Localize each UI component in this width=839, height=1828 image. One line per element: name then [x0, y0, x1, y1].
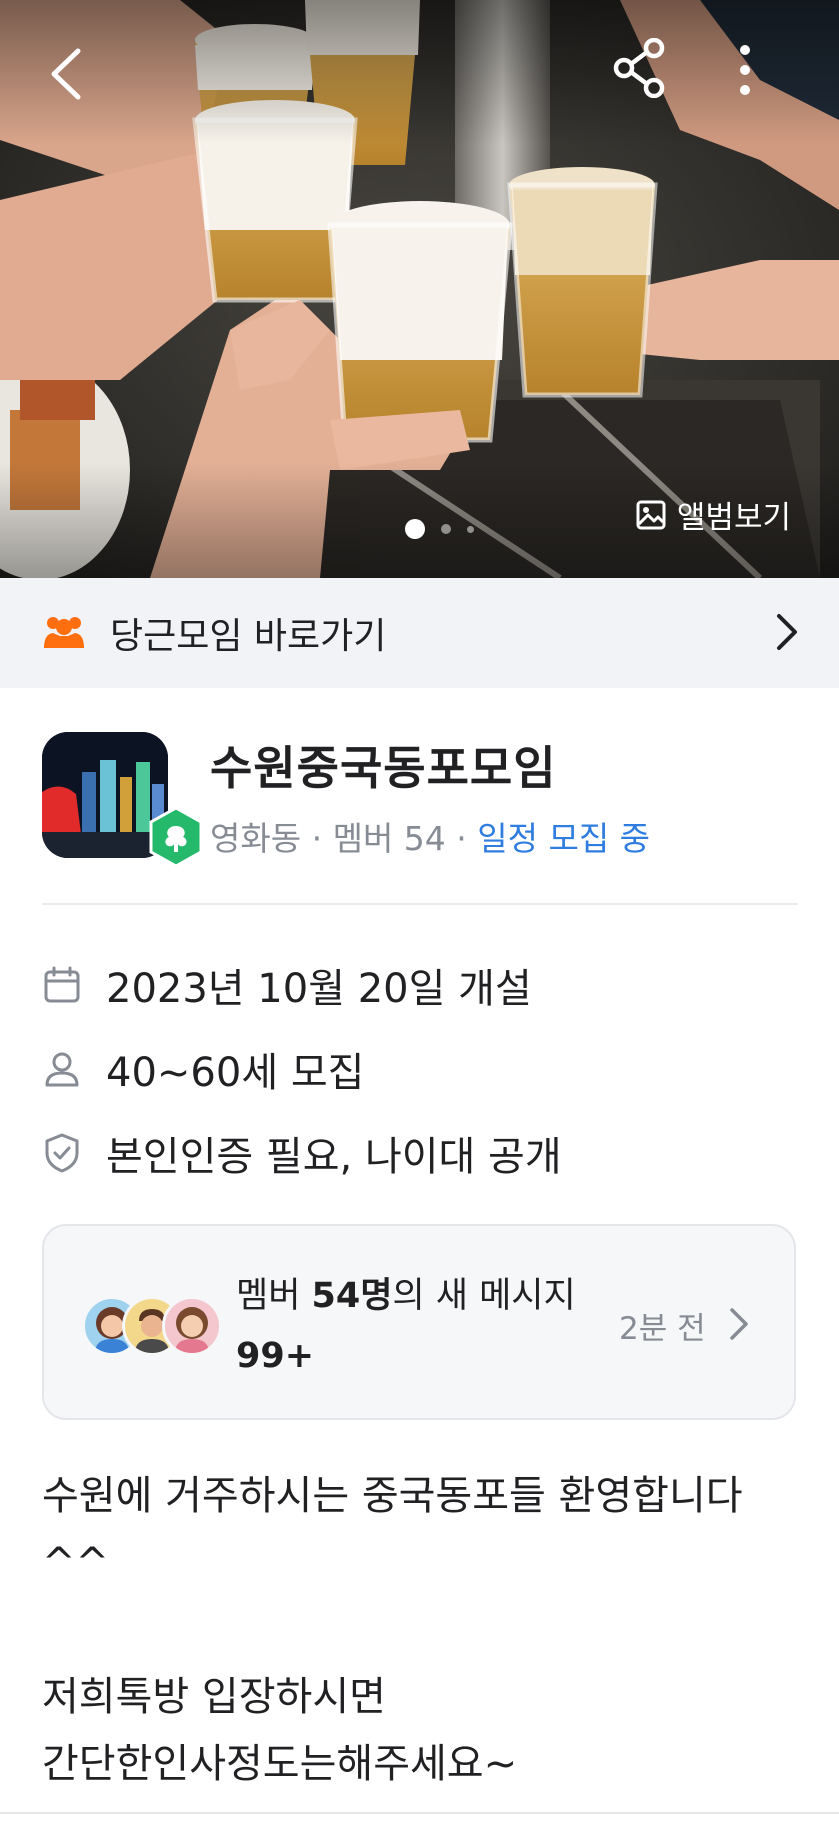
chat-preview-message: 멤버 54명의 새 메시지 99+ [236, 1266, 616, 1386]
carousel-dot-active [405, 519, 425, 539]
bottom-divider [0, 1812, 839, 1814]
more-vertical-icon [740, 45, 750, 95]
chat-message-count: 99+ [236, 1336, 315, 1376]
more-button[interactable] [725, 40, 765, 100]
chat-preview-card[interactable]: 멤버 54명의 새 메시지 99+ 2분 전 [42, 1224, 796, 1420]
avatar [162, 1296, 222, 1356]
shield-check-icon [45, 1133, 79, 1173]
member-avatars [82, 1296, 222, 1356]
verified-group-badge-icon [149, 806, 203, 868]
carousel-indicator [405, 519, 474, 539]
calendar-icon [44, 966, 80, 1003]
info-row-age: 40~60세 모집 [42, 1040, 364, 1098]
description-line: 저희톡방 입장하시면 [42, 1674, 386, 1720]
meetup-shortcut-bar[interactable]: 당근모임 바로가기 [0, 578, 839, 688]
album-view-button[interactable]: 앨범보기 [635, 492, 791, 537]
person-icon [45, 1052, 79, 1087]
group-location: 영화동 [210, 819, 302, 858]
image-icon [636, 500, 666, 529]
chat-timestamp: 2분 전 [619, 1311, 706, 1347]
chat-prefix: 멤버 [236, 1276, 312, 1316]
divider [42, 903, 798, 905]
description-line [42, 1597, 802, 1664]
group-name: 수원중국동포모임 [210, 741, 557, 795]
meta-separator: · [456, 819, 478, 858]
created-date: 2023년 10월 20일 개설 [106, 966, 532, 1012]
info-row-verification: 본인인증 필요, 나이대 공개 [42, 1124, 562, 1182]
hero-photo[interactable]: 앨범보기 [0, 0, 839, 578]
share-button[interactable] [610, 36, 670, 100]
share-icon [613, 38, 665, 98]
description-line: 간단한인사정도는해주세요~ [42, 1741, 518, 1787]
description-line: 수원에 거주하시는 중국동포들 환영합니다^^ [42, 1473, 743, 1586]
people-group-icon [44, 617, 84, 648]
carousel-dot [441, 524, 451, 534]
back-button[interactable] [40, 44, 90, 104]
chat-member-count: 54명 [311, 1276, 393, 1316]
group-member-count: 멤버 54 [332, 819, 446, 858]
info-row-created: 2023년 10월 20일 개설 [42, 956, 532, 1014]
group-description: 수원에 거주하시는 중국동포들 환영합니다^^ 저희톡방 입장하시면 간단한인사… [42, 1463, 802, 1798]
chat-middle: 의 새 메시지 [392, 1276, 576, 1316]
avatar-female-icon [175, 1307, 209, 1353]
meetup-shortcut-label: 당근모임 바로가기 [110, 616, 387, 657]
album-view-label: 앨범보기 [676, 500, 791, 536]
carousel-dot [467, 525, 474, 533]
age-range: 40~60세 모집 [106, 1050, 365, 1096]
verification-requirement: 본인인증 필요, 나이대 공개 [106, 1134, 562, 1180]
group-meta: 영화동 · 멤버 54 · 일정 모집 중 [210, 812, 650, 860]
group-status: 일정 모집 중 [477, 819, 651, 858]
back-arrow-icon [51, 48, 81, 100]
chevron-right-icon [777, 614, 797, 650]
chevron-right-icon [730, 1308, 748, 1340]
meta-separator: · [311, 819, 333, 858]
